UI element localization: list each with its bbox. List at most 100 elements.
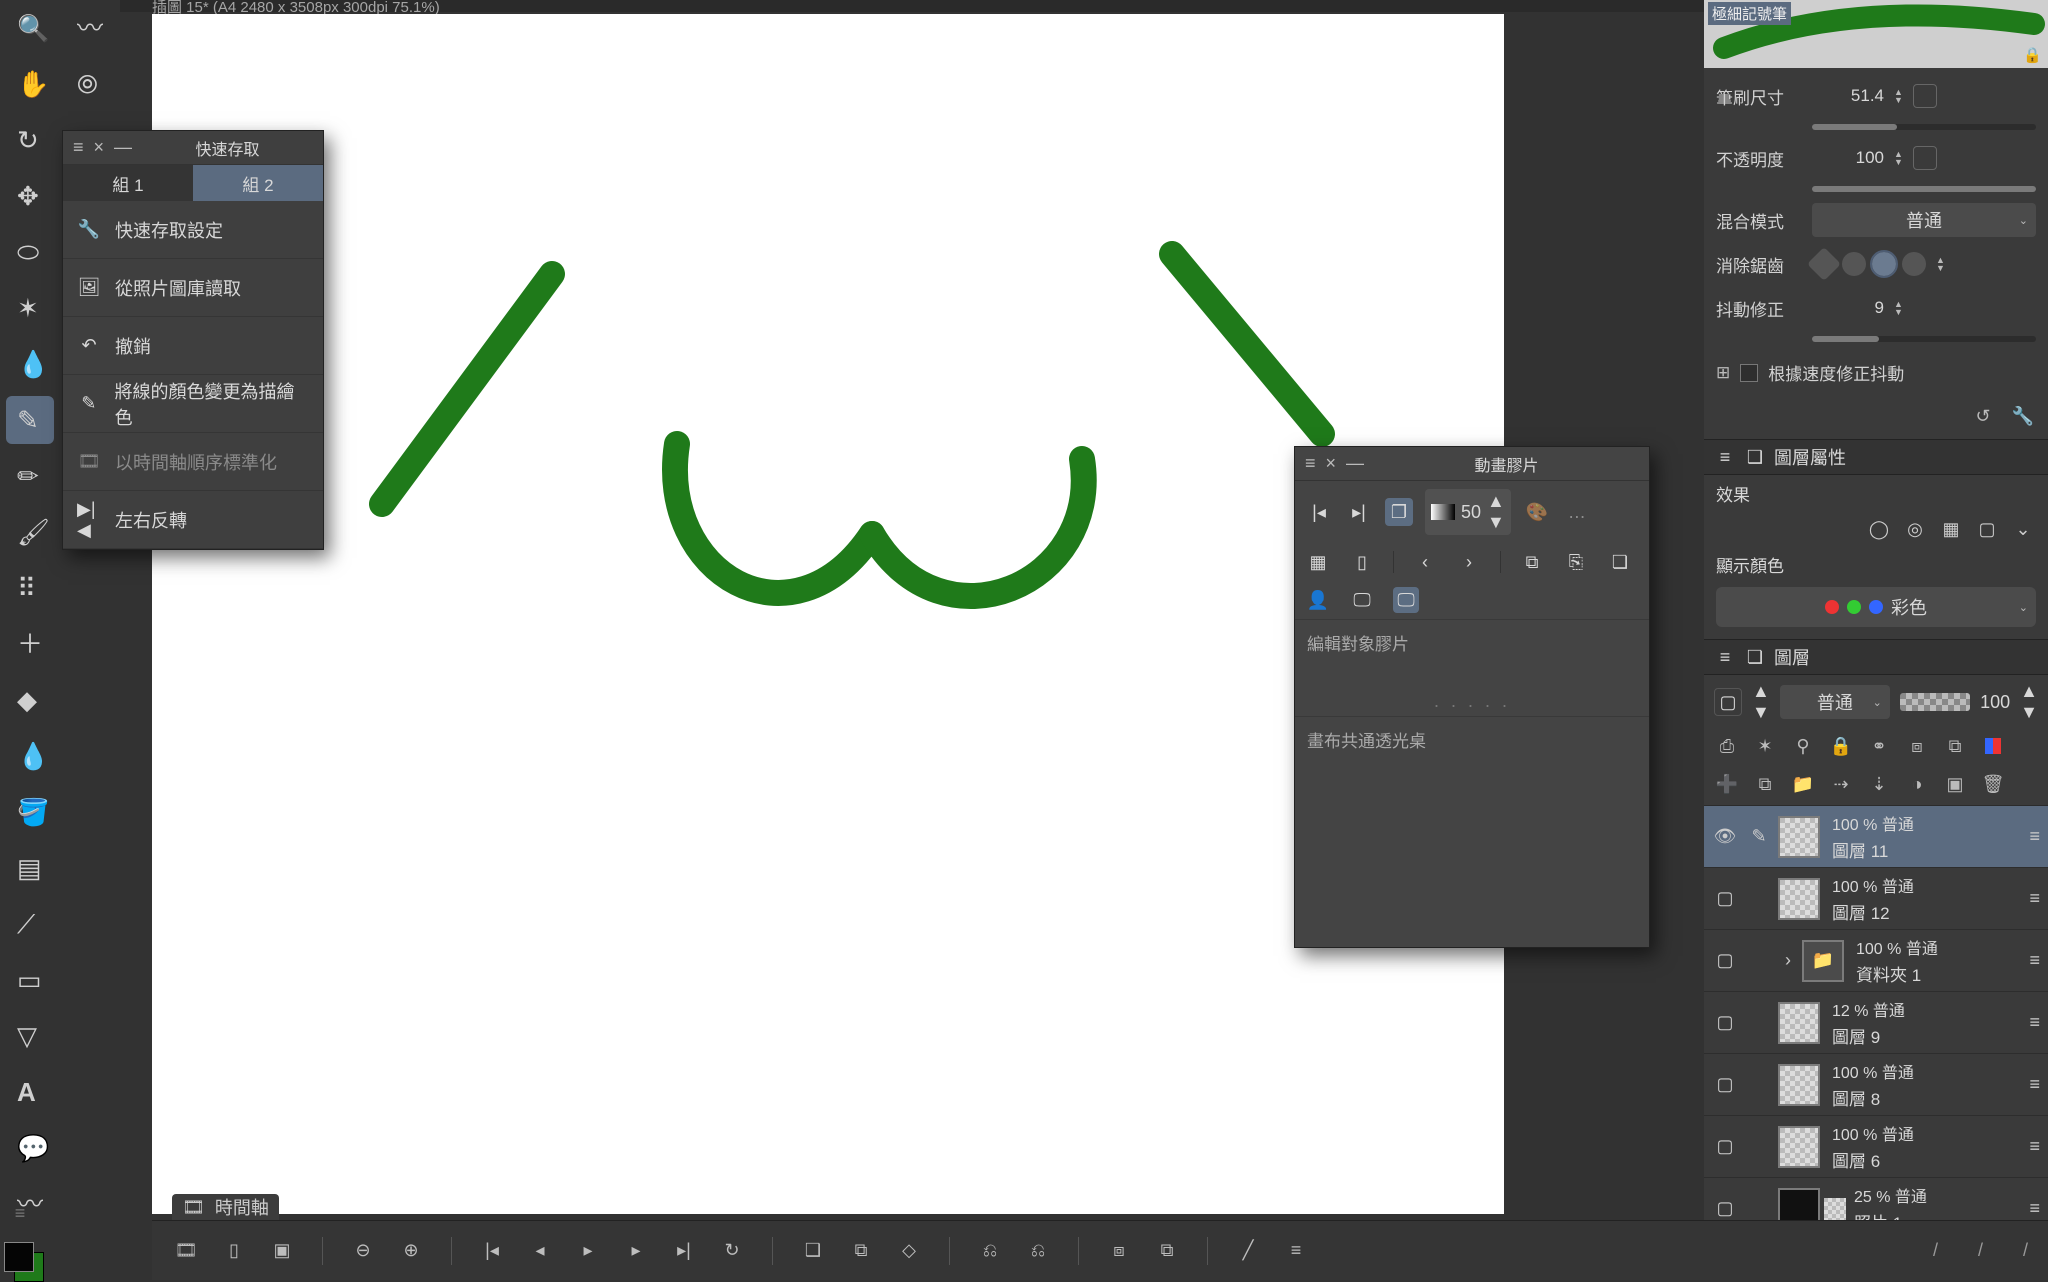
tl-last-icon[interactable]: ▸| bbox=[670, 1237, 698, 1265]
stepper-icon[interactable]: ▲▼ bbox=[1936, 256, 1945, 272]
layer-row[interactable]: ▢ 100 % 普通 圖層 12 ≡ bbox=[1704, 868, 2048, 930]
bucket-tool[interactable]: 🪣 bbox=[6, 788, 54, 836]
layer-row[interactable]: ▢ 100 % 普通 圖層 8 ≡ bbox=[1704, 1054, 2048, 1116]
cells-page-icon[interactable]: ▯ bbox=[1349, 549, 1375, 575]
smudge-tool[interactable]: 〰 bbox=[6, 1180, 54, 1228]
panel-menu-icon[interactable]: ≡ bbox=[1714, 446, 1736, 468]
layer-lock-icon[interactable]: 🔒 bbox=[1828, 733, 1854, 759]
cells-stack2-icon[interactable]: ❏ bbox=[1607, 549, 1633, 575]
visibility-toggle[interactable]: ▢ bbox=[1710, 1012, 1740, 1033]
curve-tool[interactable]: ⟋ bbox=[6, 900, 54, 948]
brush-opacity-preset-icon[interactable] bbox=[1913, 146, 1937, 170]
cells-person-icon[interactable]: 👤 bbox=[1305, 587, 1331, 613]
minimize-icon[interactable]: — bbox=[114, 137, 132, 158]
cells-skip-back-icon[interactable]: |◂ bbox=[1305, 498, 1333, 526]
quick-access-tab-1[interactable]: 組 2 bbox=[193, 165, 323, 201]
speed-correct-checkbox[interactable] bbox=[1740, 364, 1758, 382]
layer-tool-b-icon[interactable]: ✶ bbox=[1752, 733, 1778, 759]
tl-opt-a-icon[interactable]: ⎌ bbox=[976, 1237, 1004, 1265]
tl-clip-icon[interactable]: 🎞 bbox=[172, 1237, 200, 1265]
cells-next-icon[interactable]: › bbox=[1456, 549, 1482, 575]
color-swatch[interactable] bbox=[4, 1242, 38, 1276]
effect-grid-icon[interactable]: ▦ bbox=[1938, 516, 1964, 542]
cells-monitor-icon[interactable]: 🖵 bbox=[1349, 587, 1375, 613]
layer-opacity-value[interactable]: 100 bbox=[1980, 692, 2010, 713]
layer-row[interactable]: ▢ 100 % 普通 圖層 6 ≡ bbox=[1704, 1116, 2048, 1178]
quick-access-item[interactable]: 🎞以時間軸順序標準化 bbox=[63, 433, 323, 491]
stepper-icon[interactable]: ▲▼ bbox=[1894, 300, 1903, 316]
new-thing-icon[interactable]: ⧉ bbox=[1752, 771, 1778, 797]
layer-row[interactable]: ▢› 📁 100 % 普通 資料夾 1 ≡ bbox=[1704, 930, 2048, 992]
stabilize-slider[interactable] bbox=[1812, 336, 2036, 342]
quick-access-tab-0[interactable]: 組 1 bbox=[63, 165, 193, 201]
new-folder-icon[interactable]: 📁 bbox=[1790, 771, 1816, 797]
layer-mask-icon[interactable]: ◑ bbox=[1904, 771, 1930, 797]
visibility-toggle[interactable]: ▢ bbox=[1710, 1136, 1740, 1157]
quick-access-item[interactable]: ▶|◀左右反轉 bbox=[63, 491, 323, 549]
cells-copy-icon[interactable]: ⎘ bbox=[1563, 549, 1589, 575]
tl-first-icon[interactable]: |◂ bbox=[478, 1237, 506, 1265]
layer-tool-g-icon[interactable]: ⧉ bbox=[1942, 733, 1968, 759]
pencil-tool[interactable]: ✏ bbox=[6, 452, 54, 500]
layer-tool-f-icon[interactable]: ⧈ bbox=[1904, 733, 1930, 759]
search-icon[interactable]: 🔍 bbox=[6, 4, 54, 52]
brush-opacity-value[interactable]: 100 bbox=[1812, 148, 1884, 168]
layer-menu-icon[interactable]: ≡ bbox=[2029, 1198, 2040, 1219]
cells-dup-icon[interactable]: ⧉ bbox=[1519, 549, 1545, 575]
cells-prev-icon[interactable]: ‹ bbox=[1412, 549, 1438, 575]
visibility-toggle[interactable]: ▢ bbox=[1710, 950, 1740, 971]
expand-icon[interactable]: ⊞ bbox=[1716, 363, 1730, 383]
ruler-tool[interactable]: ▽ bbox=[6, 1012, 54, 1060]
cells-palette-icon[interactable]: 🎨 bbox=[1523, 498, 1551, 526]
antialias-options[interactable] bbox=[1812, 252, 1926, 276]
new-layer-icon[interactable]: ➕ bbox=[1714, 771, 1740, 797]
tl-kf-icon[interactable]: ◇ bbox=[895, 1237, 923, 1265]
stepper-icon[interactable]: ▲▼ bbox=[2020, 681, 2038, 723]
close-icon[interactable]: × bbox=[94, 137, 105, 158]
tl-zoom-in-icon[interactable]: ⊕ bbox=[397, 1237, 425, 1265]
panel-menu-icon[interactable]: ≡ bbox=[73, 137, 84, 158]
layer-menu-icon[interactable]: ≡ bbox=[2029, 1136, 2040, 1157]
reset-icon[interactable]: ↺ bbox=[1970, 403, 1996, 429]
quick-access-item[interactable]: 🔧快速存取設定 bbox=[63, 201, 323, 259]
layer-menu-icon[interactable]: ≡ bbox=[2029, 950, 2040, 971]
gradient-tool[interactable]: ▤ bbox=[6, 844, 54, 892]
layer-blend-select[interactable]: 普通 ⌄ bbox=[1780, 685, 1890, 719]
cells-opacity-field[interactable]: 50 ▲▼ bbox=[1425, 489, 1511, 535]
layer-tool-e-icon[interactable]: ⚭ bbox=[1866, 733, 1892, 759]
cells-stack-icon[interactable]: ❐ bbox=[1385, 498, 1413, 526]
layer-menu-icon[interactable]: ≡ bbox=[2029, 826, 2040, 847]
edit-indicator[interactable]: ✎ bbox=[1744, 826, 1774, 847]
brush-size-value[interactable]: 51.4 bbox=[1812, 86, 1884, 106]
brush-size-preset-icon[interactable] bbox=[1913, 84, 1937, 108]
brush-opacity-slider[interactable] bbox=[1812, 186, 2036, 192]
lasso-tool[interactable]: ⬭ bbox=[6, 228, 54, 276]
tl-zoom-out-icon[interactable]: ⊖ bbox=[349, 1237, 377, 1265]
wand-tool[interactable]: ✶ bbox=[6, 284, 54, 332]
cells-skip-fwd-icon[interactable]: ▸| bbox=[1345, 498, 1373, 526]
stepper-icon[interactable]: ▲▼ bbox=[1894, 88, 1903, 104]
hand-tool[interactable]: ✋ bbox=[6, 60, 54, 108]
tl-onion-icon[interactable]: ❑ bbox=[799, 1237, 827, 1265]
brush-tool[interactable]: 🖌 bbox=[6, 508, 54, 556]
tl-cells-icon[interactable]: ⧉ bbox=[847, 1237, 875, 1265]
layer-tool-a-icon[interactable]: ⎙ bbox=[1714, 733, 1740, 759]
tl-next-icon[interactable]: ▸ bbox=[622, 1237, 650, 1265]
subtool-b-icon[interactable]: ⦾ bbox=[66, 60, 114, 108]
crosshair-tool[interactable]: ＋ bbox=[6, 620, 54, 668]
tl-play-icon[interactable]: ▸ bbox=[574, 1237, 602, 1265]
delete-layer-icon[interactable]: 🗑 bbox=[1980, 771, 2006, 797]
effect-circle-icon[interactable]: ◯ bbox=[1866, 516, 1892, 542]
move-tool[interactable]: ✥ bbox=[6, 172, 54, 220]
layer-tool-h-icon[interactable] bbox=[1980, 733, 2006, 759]
stepper-icon[interactable]: ▲▼ bbox=[1894, 150, 1903, 166]
rotate-tool[interactable]: ↻ bbox=[6, 116, 54, 164]
wrench-icon[interactable]: 🔧 bbox=[2010, 403, 2036, 429]
layer-menu-icon[interactable]: ≡ bbox=[2029, 1074, 2040, 1095]
effect-ring-icon[interactable]: ◎ bbox=[1902, 516, 1928, 542]
layer-row[interactable]: ▢ 12 % 普通 圖層 9 ≡ bbox=[1704, 992, 2048, 1054]
layer-menu-icon[interactable]: ≡ bbox=[2029, 888, 2040, 909]
panel-menu-icon[interactable]: ≡ bbox=[1714, 646, 1736, 668]
frame-tool[interactable]: ▭ bbox=[6, 956, 54, 1004]
effect-more-icon[interactable]: ⌄ bbox=[2010, 516, 2036, 542]
